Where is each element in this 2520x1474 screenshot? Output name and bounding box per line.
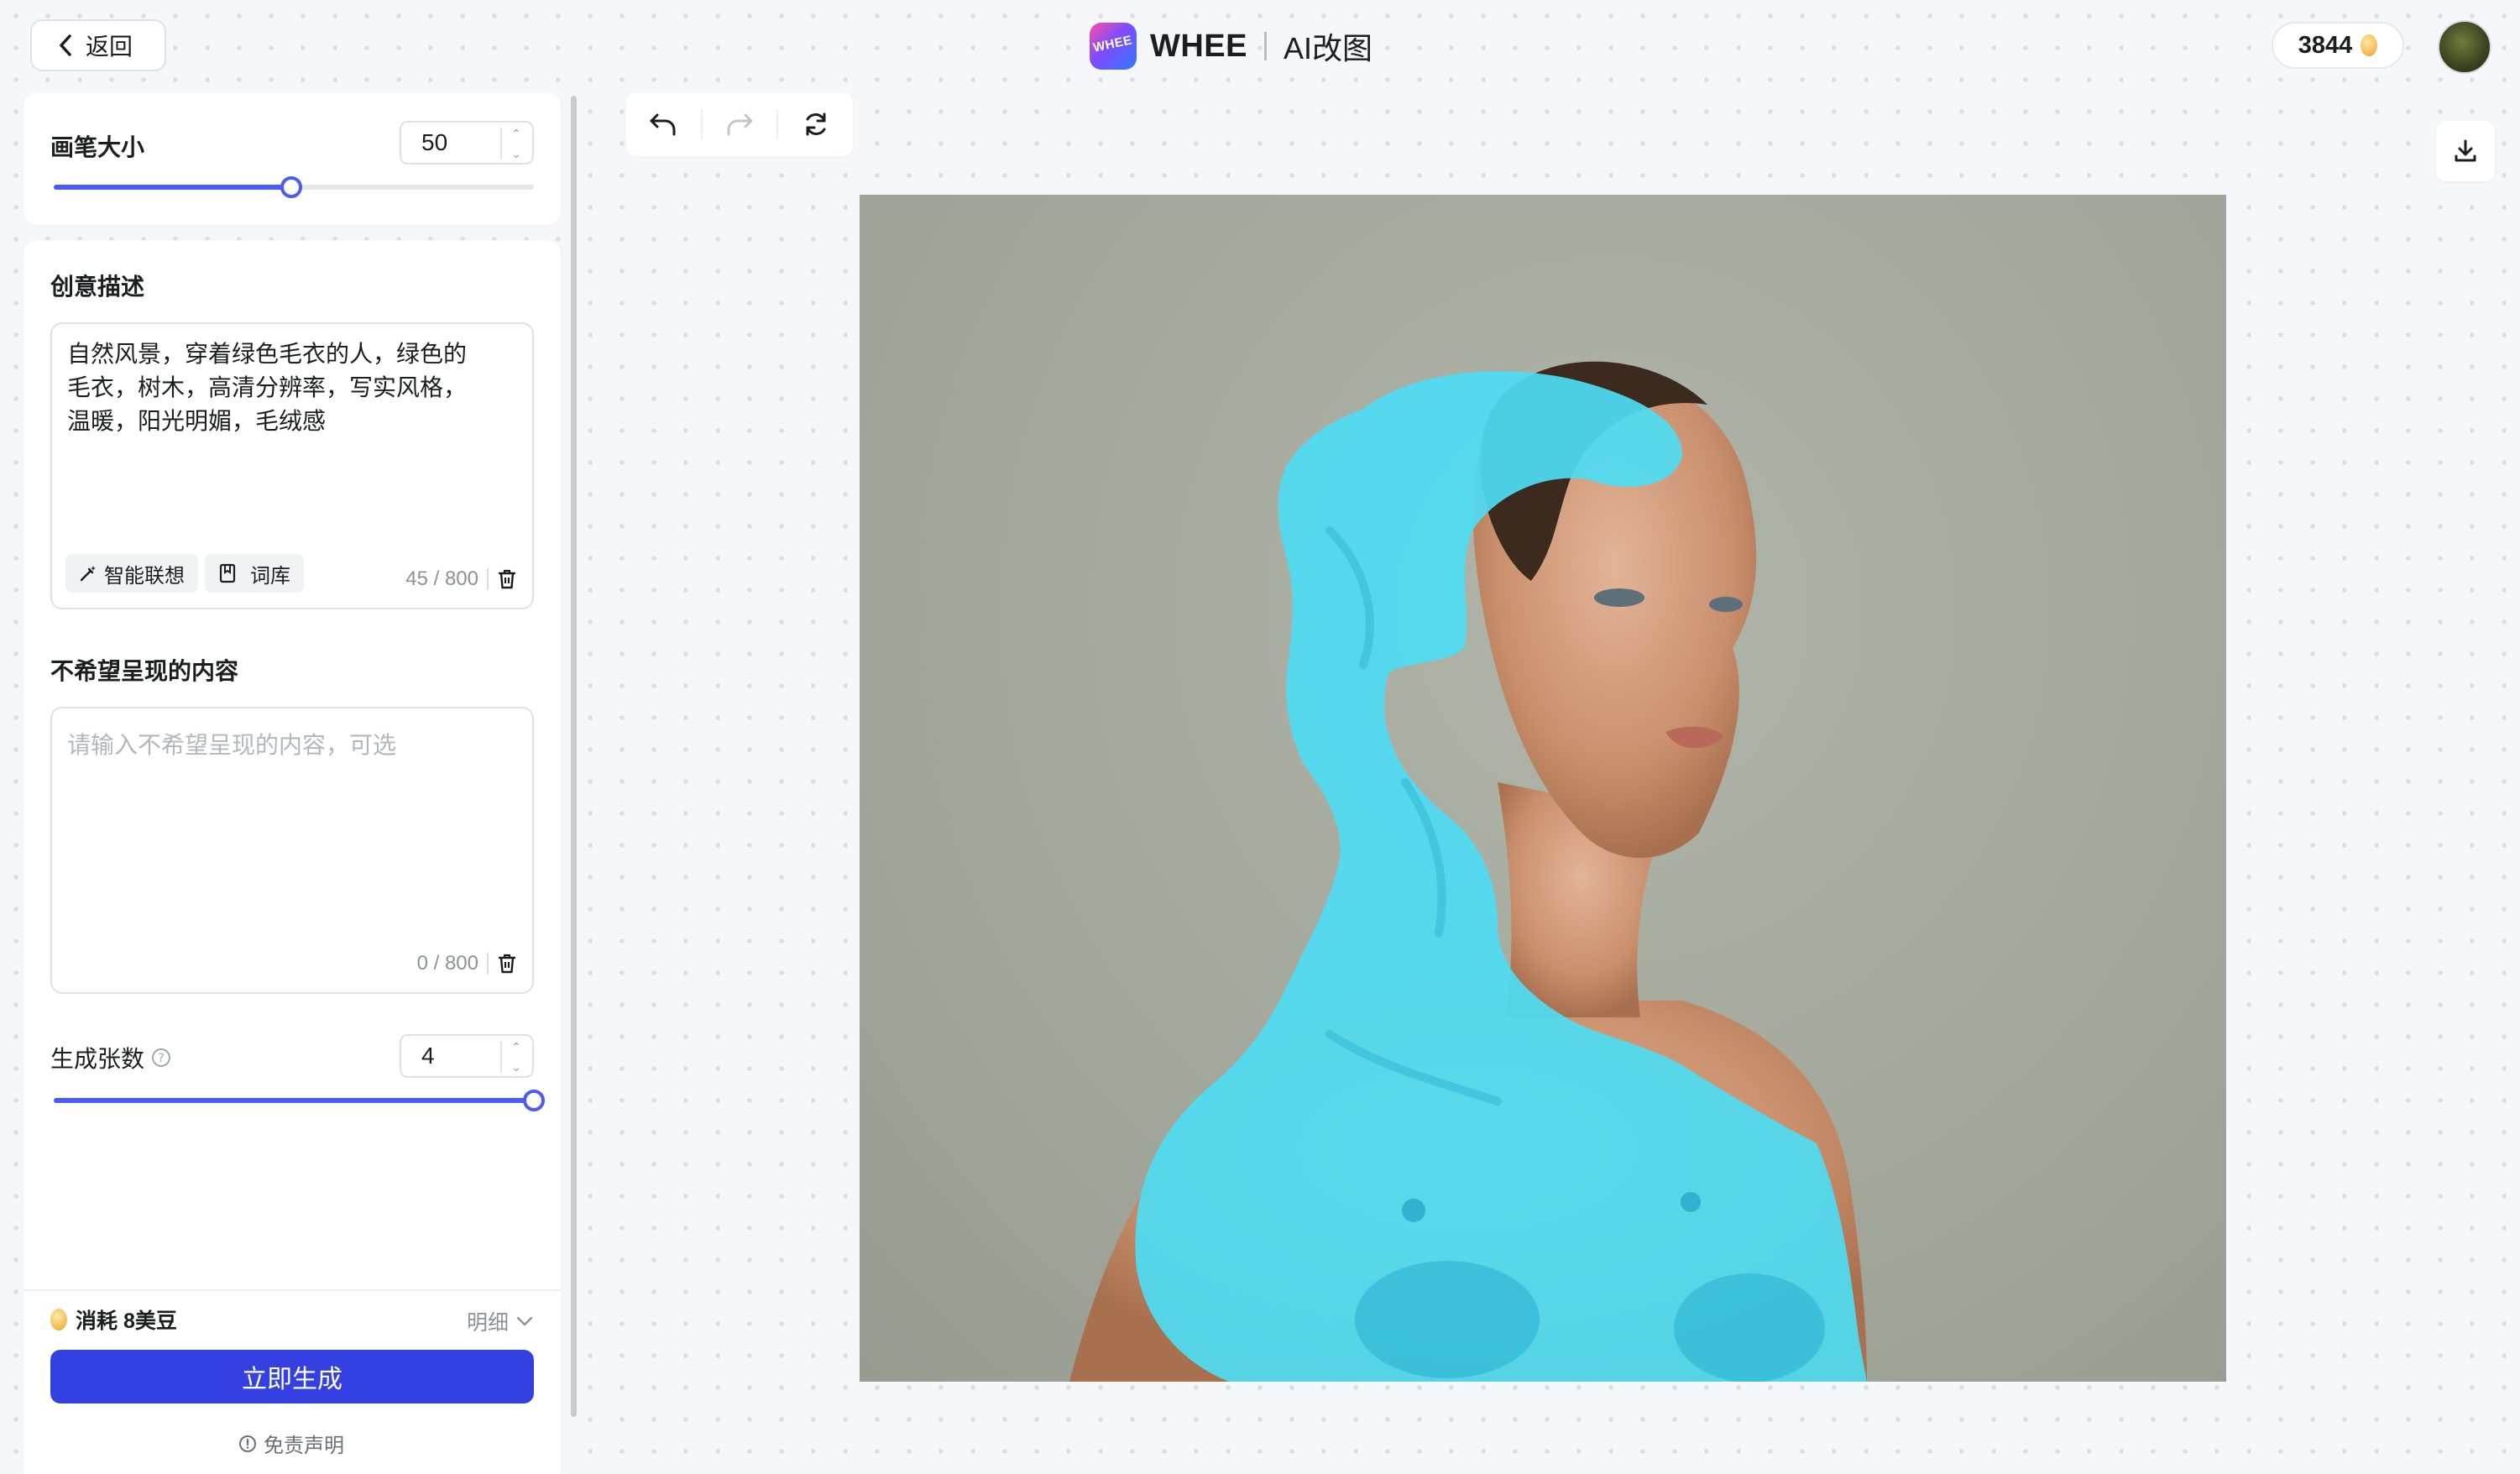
count-slider[interactable] xyxy=(54,1090,545,1111)
chevron-down-icon[interactable]: ⌄ xyxy=(511,1061,521,1073)
canvas-image[interactable] xyxy=(860,195,2226,1382)
count-slider-fill xyxy=(54,1098,534,1103)
count-value: 4 xyxy=(421,1043,435,1069)
prompt-label: 创意描述 xyxy=(50,274,145,300)
brush-size-slider-fill xyxy=(54,185,291,190)
logo-divider xyxy=(1264,32,1267,60)
settings-panel: 创意描述 自然风景，穿着绿色毛衣的人，绿色的 毛衣，树木，高清分辨率，写实风格，… xyxy=(24,240,561,1474)
bean-icon xyxy=(2361,34,2378,56)
detail-label: 明细 xyxy=(466,1311,509,1335)
chevron-left-icon xyxy=(60,34,71,56)
prompt-counter: 45 / 800 xyxy=(405,567,478,590)
redo-button[interactable] xyxy=(703,92,777,156)
negative-prompt-placeholder: 请输入不希望呈现的内容，可选 xyxy=(67,732,397,758)
brush-size-label: 画笔大小 xyxy=(50,134,145,160)
trash-icon[interactable] xyxy=(497,568,517,590)
logo-mark-text: WHEE xyxy=(1091,33,1134,55)
count-input[interactable]: 4 ⌃ ⌄ xyxy=(400,1034,534,1078)
redo-icon xyxy=(727,113,753,136)
count-label: 生成张数 xyxy=(50,1046,145,1072)
disclaimer-label: 免责声明 xyxy=(264,1435,344,1457)
negative-prompt-textarea[interactable]: 请输入不希望呈现的内容，可选 0 / 800 xyxy=(50,707,534,994)
divider xyxy=(487,953,489,975)
back-button[interactable]: 返回 xyxy=(30,19,166,71)
brush-size-stepper[interactable]: ⌃ ⌄ xyxy=(500,128,525,159)
cost-label: 消耗 8美豆 xyxy=(76,1309,177,1333)
download-button[interactable] xyxy=(2436,121,2495,181)
prompt-counter-row: 45 / 800 xyxy=(405,567,517,591)
brand-logo: WHEE WHEE AI改图 xyxy=(1090,20,1372,72)
download-icon xyxy=(2455,139,2476,162)
prompt-text: 自然风景，穿着绿色毛衣的人，绿色的 毛衣，树木，高清分辨率，写实风格， 温暖，阳… xyxy=(67,341,468,434)
logo-mark-icon: WHEE xyxy=(1090,23,1137,70)
smart-suggest-label: 智能联想 xyxy=(104,564,185,588)
count-slider-thumb[interactable] xyxy=(523,1090,545,1111)
cost-info: 消耗 8美豆 xyxy=(50,1304,177,1335)
chevron-up-icon[interactable]: ⌃ xyxy=(511,128,521,139)
divider xyxy=(487,568,489,590)
negative-counter-row: 0 / 800 xyxy=(417,952,517,975)
count-stepper[interactable]: ⌃ ⌄ xyxy=(500,1041,525,1073)
page-title: AI改图 xyxy=(1284,31,1373,65)
reset-button[interactable] xyxy=(778,92,853,156)
generate-button[interactable]: 立即生成 xyxy=(50,1350,534,1403)
undo-button[interactable] xyxy=(626,92,701,156)
panel-scrollbar[interactable] xyxy=(571,96,577,1417)
count-label-row: 生成张数 ? xyxy=(50,1041,171,1074)
brush-size-slider-thumb[interactable] xyxy=(280,176,302,198)
negative-counter: 0 / 800 xyxy=(416,952,478,975)
undo-icon xyxy=(650,113,676,136)
word-library-label: 词库 xyxy=(250,564,290,588)
negative-prompt-label: 不希望呈现的内容 xyxy=(50,658,239,684)
back-label: 返回 xyxy=(86,34,133,60)
refresh-icon xyxy=(806,112,826,136)
brand-name: WHEE xyxy=(1150,28,1247,64)
beans-count: 3844 xyxy=(2298,31,2353,59)
footer-divider xyxy=(24,1289,561,1291)
trash-icon[interactable] xyxy=(497,953,517,975)
chevron-down-icon[interactable]: ⌄ xyxy=(511,148,521,159)
portrait-image xyxy=(1069,361,1867,1382)
brush-size-value: 50 xyxy=(421,129,448,155)
smart-suggest-button[interactable]: 智能联想 xyxy=(65,554,198,593)
cost-detail-toggle[interactable]: 明细 xyxy=(467,1306,534,1336)
book-icon xyxy=(219,563,236,583)
word-library-button[interactable]: 词库 xyxy=(205,554,304,593)
magic-wand-icon xyxy=(80,566,96,582)
svg-text:?: ? xyxy=(158,1052,164,1065)
beans-balance[interactable]: 3844 xyxy=(2272,22,2404,69)
generate-label: 立即生成 xyxy=(242,1366,342,1393)
chevron-up-icon[interactable]: ⌃ xyxy=(511,1041,521,1053)
avatar[interactable] xyxy=(2438,20,2491,74)
help-icon[interactable]: ? xyxy=(151,1048,171,1068)
brush-size-slider[interactable] xyxy=(54,176,534,198)
brush-size-input[interactable]: 50 ⌃ ⌄ xyxy=(400,121,534,165)
info-icon xyxy=(239,1435,256,1452)
prompt-textarea[interactable]: 自然风景，穿着绿色毛衣的人，绿色的 毛衣，树木，高清分辨率，写实风格， 温暖，阳… xyxy=(50,322,534,609)
canvas-toolbar xyxy=(626,92,853,156)
disclaimer-link[interactable]: 免责声明 xyxy=(238,1429,344,1458)
chevron-down-icon xyxy=(516,1316,533,1326)
bean-icon xyxy=(50,1309,67,1330)
brush-size-panel: 画笔大小 50 ⌃ ⌄ xyxy=(24,92,561,225)
